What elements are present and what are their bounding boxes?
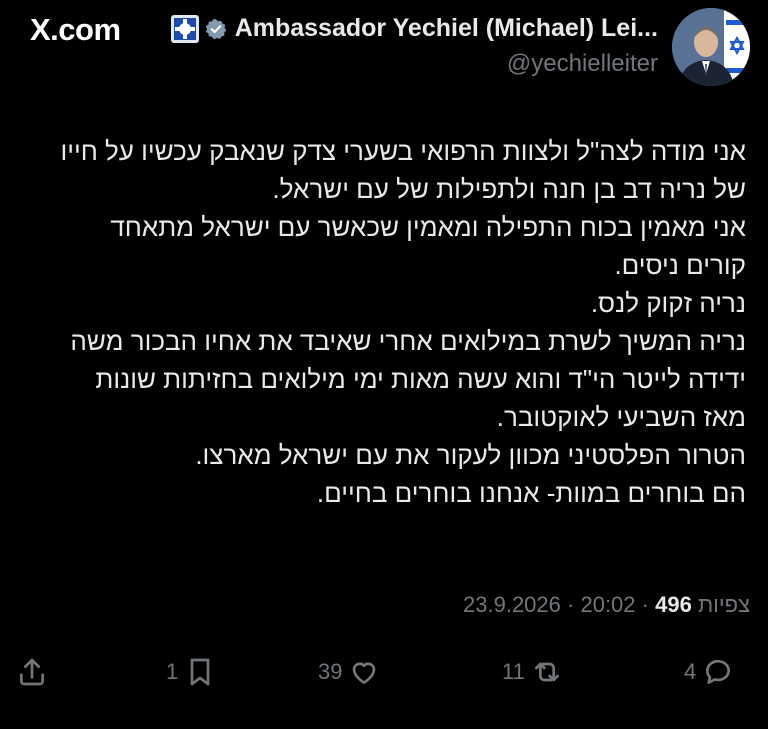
like-button[interactable]: 39 bbox=[312, 650, 380, 694]
tweet-line: אני מודה לצה"ל ולצוות הרפואי בשערי צדק ש… bbox=[60, 136, 746, 166]
tweet-line: נריה זקוק לנס. bbox=[590, 288, 746, 318]
tweet-time[interactable]: 20:02 bbox=[580, 592, 635, 617]
tweet-header: X.com Ambassador Yechiel (Michael) Lei..… bbox=[0, 0, 768, 100]
tweet-date[interactable]: 23.9.2026 bbox=[463, 592, 561, 617]
views-label: צפיות bbox=[697, 592, 750, 617]
author-display-name[interactable]: Ambassador Yechiel (Michael) Lei... bbox=[235, 14, 658, 43]
tweet-line: ידידה לייטר הי"ד והוא עשה מאות ימי מילוא… bbox=[95, 364, 746, 394]
tweet-line: נריה המשיך לשרת במילואים אחרי שאיבד את א… bbox=[70, 326, 746, 356]
reply-icon bbox=[706, 659, 731, 684]
meta-separator: · bbox=[567, 592, 575, 617]
tweet-line: הם בוחרים במוות- אנחנו בוחרים בחיים. bbox=[316, 478, 746, 508]
bookmark-icon bbox=[190, 658, 210, 686]
bookmark-button[interactable]: 1 bbox=[160, 650, 216, 694]
tweet-line: של נריה דב בן חנה ולתפילות של עם ישראל. bbox=[272, 174, 746, 204]
action-bar: 1 39 11 4 bbox=[0, 650, 768, 694]
avatar[interactable] bbox=[672, 8, 750, 86]
views-count[interactable]: 496 bbox=[655, 592, 692, 617]
tweet-line: הטרור הפלסטיני מכוון לעקור את עם ישראל מ… bbox=[195, 440, 746, 470]
tweet-line: קורים ניסים. bbox=[614, 250, 746, 280]
avatar-image bbox=[672, 8, 750, 86]
reply-count: 4 bbox=[684, 659, 697, 684]
badge-icon bbox=[170, 14, 199, 43]
author-handle[interactable]: @yechielleiter bbox=[507, 50, 658, 78]
reply-button[interactable]: 4 bbox=[678, 650, 734, 694]
tweet-line: אני מאמין בכוח התפילה ומאמין שכאשר עם יש… bbox=[110, 212, 746, 242]
verified-icon bbox=[205, 18, 227, 39]
like-icon bbox=[353, 662, 376, 684]
repost-icon bbox=[534, 662, 559, 682]
share-button[interactable] bbox=[16, 650, 48, 694]
tweet-line: מאז השביעי לאוקטובר. bbox=[496, 402, 746, 432]
repost-count: 11 bbox=[502, 659, 525, 684]
bookmark-count: 1 bbox=[166, 659, 179, 684]
meta-separator: · bbox=[641, 592, 649, 617]
tweet-text: אני מודה לצה"ל ולצוות הרפואי בשערי צדק ש… bbox=[11, 132, 746, 512]
repost-button[interactable]: 11 bbox=[496, 650, 563, 694]
tweet-meta: צפיות 496 · 20:02 · 23.9.2026 bbox=[463, 592, 750, 618]
share-icon bbox=[20, 658, 44, 686]
like-count: 39 bbox=[318, 659, 343, 684]
author-name-row[interactable]: Ambassador Yechiel (Michael) Lei... bbox=[170, 14, 658, 43]
brand-logo[interactable]: X.com bbox=[30, 12, 121, 48]
